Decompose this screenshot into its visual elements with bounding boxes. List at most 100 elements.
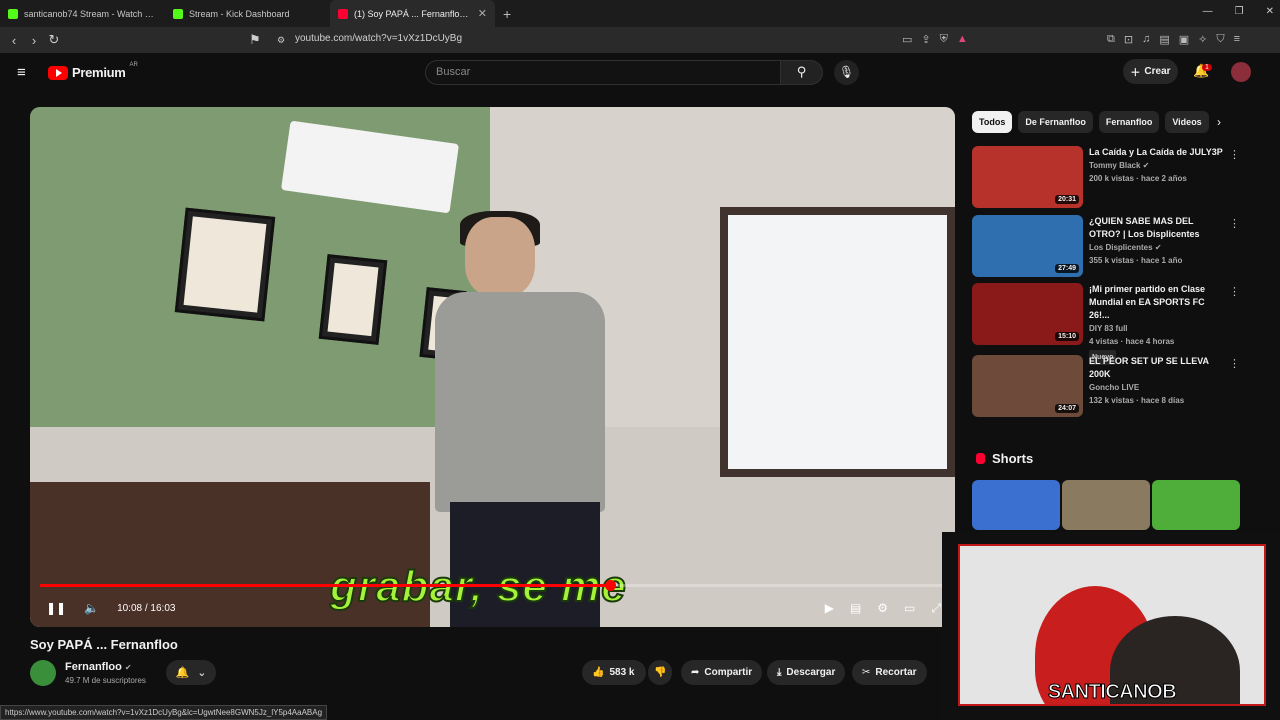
verified-icon: ✔ [124,663,132,672]
recommended-meta: 200 k vistas · hace 2 años [1089,174,1187,183]
browser-tab-kick-stream[interactable]: santicanob74 Stream - Watch Live on [0,0,165,27]
fullscreen-icon[interactable]: ⤢ [931,601,941,616]
cast-icon[interactable]: ▭ [902,33,912,46]
like-button[interactable]: 👍 583 k [582,660,646,685]
menu-icon[interactable]: ≡ [1234,33,1240,46]
recommended-channel: Goncho LIVE [1089,383,1140,392]
leo-icon[interactable]: ✧ [1198,33,1207,46]
settings-icon[interactable]: ⚙ [877,601,888,615]
recommended-video[interactable]: 20:31 La Caída y La Caída de JULY3P Tomm… [972,146,1242,208]
short-thumbnail[interactable] [972,480,1060,530]
screenshot-icon[interactable]: ⊡ [1124,33,1133,46]
thumbs-up-icon: 👍 [592,667,605,678]
chevron-right-icon[interactable]: › [1217,115,1221,129]
status-bar-url: https://www.youtube.com/watch?v=1vXz1DcU… [0,705,328,720]
pause-icon[interactable]: ❚❚ [46,601,66,615]
share-icon: ➦ [691,667,700,678]
tab-title: (1) Soy PAPÁ ... Fernanfloo - Y [354,8,472,19]
sidebar-icon[interactable]: ▤ [1159,33,1169,46]
recommended-video-title: La Caída y La Caída de JULY3P Tommy Blac… [1089,147,1223,183]
site-info-icon[interactable]: ⚙ [271,35,291,46]
channel-name[interactable]: Fernanfloo ✔ [65,661,132,673]
close-window-icon[interactable]: ✕ [1266,6,1274,17]
download-icon: ⤓ [777,667,782,678]
browser-tab-youtube[interactable]: (1) Soy PAPÁ ... Fernanfloo - Y ✕ [330,0,495,27]
recommended-video[interactable]: 15:10 ¡Mi primer partido en Clase Mundia… [972,283,1242,365]
forward-icon[interactable]: › [24,33,44,48]
subtitles-icon[interactable]: ▤ [850,601,861,615]
chip-videos[interactable]: Videos [1165,111,1209,133]
video-scene-window [720,207,955,477]
account-avatar[interactable] [1231,62,1251,82]
address-bar: ‹ › ↻ ⚑ ⚙ youtube.com/watch?v=1vXz1DcUyB… [0,27,1280,53]
channel-avatar[interactable] [30,660,56,686]
chip-de-fernanfloo[interactable]: De Fernanfloo [1018,111,1093,133]
duration-badge: 24:07 [1055,404,1079,413]
download-label: Descargar [786,667,836,678]
new-tab-button[interactable]: + [495,6,519,22]
bookmark-icon[interactable]: ⚑ [245,32,265,48]
extensions-icon[interactable]: ⧉ [1107,33,1115,46]
create-label: Crear [1144,66,1171,77]
search-button[interactable]: ⚲ [781,60,823,85]
search-input[interactable]: Buscar [425,60,781,85]
clip-button[interactable]: ✂ Recortar [852,660,927,685]
vpn-icon[interactable]: ⛉ [1216,33,1224,46]
video-thumbnail: 27:49 [972,215,1083,277]
search-icon: ⚲ [796,64,807,79]
autoplay-icon[interactable]: ▶ [825,601,834,615]
recommended-video[interactable]: 24:07 EL PEOR SET UP SE LLEVA 200K Gonch… [972,355,1242,417]
clip-label: Recortar [875,667,917,678]
close-tab-icon[interactable]: ✕ [478,7,487,20]
create-button[interactable]: ＋ Crear [1123,59,1178,84]
share-icon[interactable]: ⇪ [921,33,930,46]
notification-badge: 1 [1202,64,1212,71]
media-icon[interactable]: ♫ [1142,33,1150,46]
chip-fernanfloo[interactable]: Fernanfloo [1098,111,1160,133]
url-field[interactable]: youtube.com/watch?v=1vXz1DcUyBg [295,33,462,44]
minimize-icon[interactable]: — [1203,6,1213,17]
restore-icon[interactable]: ❐ [1235,6,1244,17]
download-button[interactable]: ⤓ Descargar [767,660,846,685]
browser-tab-kick-dashboard[interactable]: Stream - Kick Dashboard [165,0,330,27]
short-thumbnail[interactable] [1152,480,1240,530]
recommended-video-title: ¿QUIEN SABE MAS DEL OTRO? | Los Displice… [1089,215,1224,267]
reload-icon[interactable]: ↻ [44,32,64,48]
dislike-button[interactable]: 👎 [648,660,672,685]
volume-icon[interactable]: 🔈 [84,601,99,615]
more-options-icon[interactable]: ⋮ [1229,285,1240,298]
time-display: 10:08 / 16:03 [117,602,176,614]
back-icon[interactable]: ‹ [4,33,24,48]
youtube-premium-logo[interactable]: Premium AR [48,62,138,80]
video-title: Soy PAPÁ ... Fernanfloo [30,637,178,652]
progress-fill [40,584,611,587]
video-player[interactable]: grabar, se me ❚❚ 🔈 10:08 / 16:03 ▶ ▤ ⚙ ▭… [30,107,955,627]
tab-title: santicanob74 Stream - Watch Live on [24,8,157,19]
rewards-icon[interactable]: ▲ [957,33,968,46]
more-options-icon[interactable]: ⋮ [1229,148,1240,161]
brave-shield-icon[interactable]: ⛨ [940,33,948,46]
voice-search-button[interactable]: 🎙 [834,60,859,85]
more-options-icon[interactable]: ⋮ [1229,217,1240,230]
scissors-icon: ✂ [862,667,871,678]
short-thumbnail[interactable] [1062,480,1150,530]
webcam-feed: SANTICANOB [958,544,1266,706]
wallet-icon[interactable]: ▣ [1179,33,1189,46]
plus-icon: ＋ [1130,68,1141,79]
more-options-icon[interactable]: ⋮ [1229,357,1240,370]
progress-bar[interactable] [40,580,945,591]
video-scene-frame [318,254,388,345]
related-filter-chips: Todos De Fernanfloo Fernanfloo Videos [972,111,1209,133]
chip-todos[interactable]: Todos [972,111,1013,133]
recommended-video-title: EL PEOR SET UP SE LLEVA 200K Goncho LIVE… [1089,355,1224,407]
shorts-label: Shorts [992,451,1034,466]
hamburger-menu-icon[interactable]: ≡ [17,64,26,81]
recommended-meta: 355 k vistas · hace 1 año [1089,256,1183,265]
miniplayer-icon[interactable]: ▭ [904,601,915,615]
share-button[interactable]: ➦ Compartir [681,660,763,685]
recommended-video-title: ¡Mi primer partido en Clase Mundial en E… [1089,283,1224,365]
recommended-video[interactable]: 27:49 ¿QUIEN SABE MAS DEL OTRO? | Los Di… [972,215,1242,277]
recommended-meta: 4 vistas · hace 4 horas [1089,337,1175,346]
duration-badge: 27:49 [1055,264,1079,273]
subscription-bell-button[interactable]: 🔔 ⌄ [166,660,216,685]
